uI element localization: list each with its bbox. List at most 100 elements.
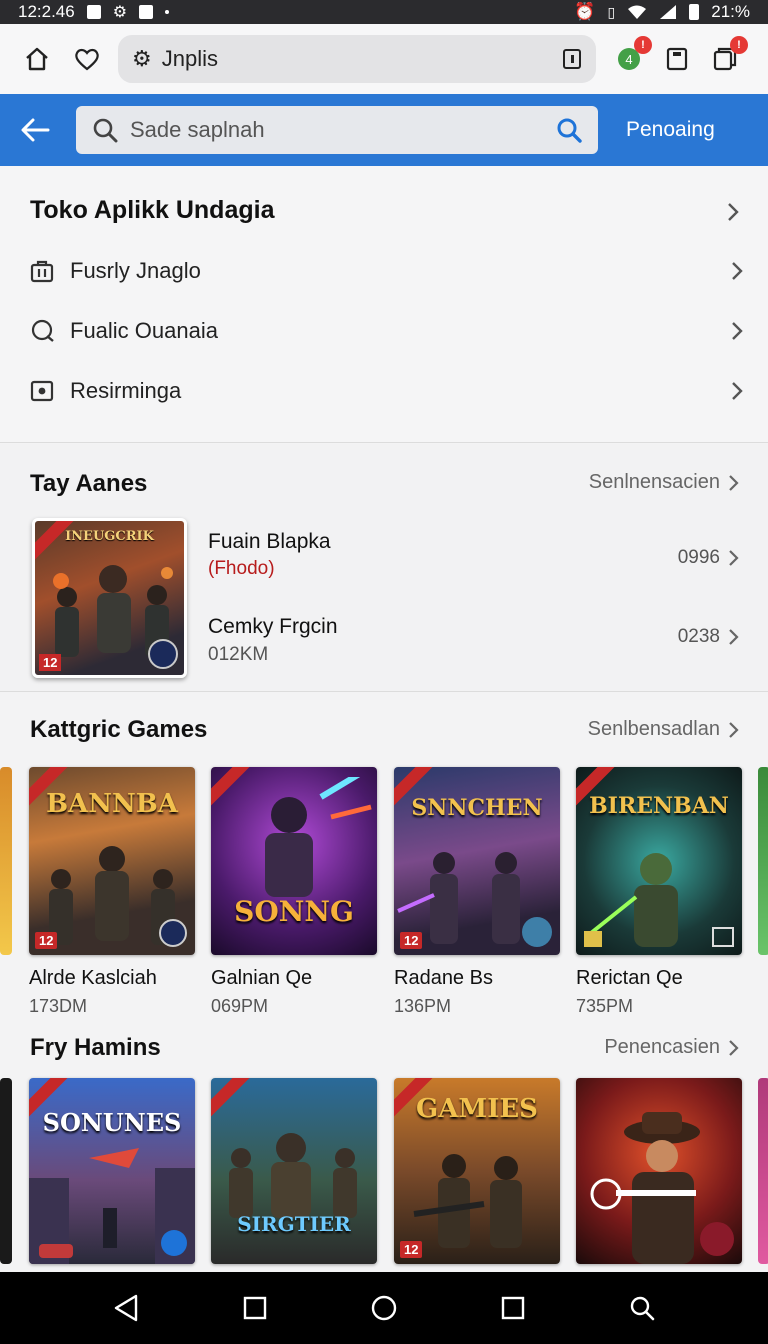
heart-icon <box>75 48 99 71</box>
app-value[interactable]: 0996 <box>678 547 740 569</box>
menu-item-1[interactable]: Fusrly Jnaglo <box>30 251 744 291</box>
game-title: Alrde Kaslciah <box>29 967 157 989</box>
square-nav-icon[interactable] <box>243 1296 267 1320</box>
publisher-badge-icon <box>712 927 734 947</box>
menu-title: Toko Aplikk Undagia <box>30 196 275 224</box>
header-action-button[interactable]: Penoaing <box>626 118 715 142</box>
chevron-right-icon <box>732 382 743 400</box>
game-meta: 173DM <box>29 996 88 1016</box>
alarm-icon: ⏰ <box>574 2 596 21</box>
back-arrow-icon[interactable] <box>20 117 50 143</box>
menu-title-chevron-icon[interactable] <box>726 202 740 222</box>
game-art-title: SNNCHEN <box>411 795 543 821</box>
chevron-right-icon <box>732 262 743 280</box>
game-card[interactable]: SONUNES <box>29 1078 195 1264</box>
site-settings-icon[interactable]: ⚙ <box>132 46 152 72</box>
hero-illustration <box>265 777 372 897</box>
home-nav-icon[interactable] <box>370 1294 398 1322</box>
search-icon <box>93 118 118 143</box>
featured-game-art[interactable]: INEUGCRIK 12 <box>32 518 187 678</box>
store-menu: Toko Aplikk Undagia Fusrly Jnaglo Fualic… <box>0 166 768 443</box>
see-more-link[interactable]: Senlnensacien <box>589 471 740 494</box>
download-icon <box>139 5 154 19</box>
ribbon <box>211 1078 253 1118</box>
home-button[interactable] <box>20 42 54 76</box>
vibrate-icon: ▯ <box>607 3 616 20</box>
favorite-button[interactable] <box>70 42 104 76</box>
chevron-right-icon <box>729 721 739 738</box>
see-more-link[interactable]: Penencasien <box>604 1036 740 1059</box>
tab-icon[interactable] <box>562 48 582 70</box>
chevron-right-icon <box>729 1039 739 1056</box>
game-title: Galnian Qe <box>211 967 313 989</box>
game-art: GAMIES 12 <box>394 1078 560 1264</box>
game-title: Radane Bs <box>394 967 493 989</box>
game-art-title: SIRGTIER <box>237 1212 351 1236</box>
game-meta: 069PM <box>211 996 269 1016</box>
publisher-badge-icon <box>159 919 187 947</box>
game-art: SONNG <box>211 767 377 955</box>
search-nav-icon[interactable] <box>628 1294 656 1322</box>
search-input[interactable]: Sade saplnah <box>76 106 598 154</box>
age-rating-tag: 12 <box>400 1241 423 1258</box>
see-more-label: Senlnensacien <box>588 471 720 493</box>
age-rating-tag: 12 <box>400 932 423 949</box>
section-title: Tay Aanes <box>30 470 148 497</box>
chevron-right-icon <box>729 629 739 645</box>
search-placeholder: Sade saplnah <box>130 117 265 142</box>
menu-item-2[interactable]: Fualic Ouanaia <box>30 311 744 351</box>
game-art: BANNBA 12 <box>29 767 195 955</box>
app-name[interactable]: Cemky Frgcin <box>208 615 338 639</box>
status-bar: 12:2.46 ⚙ ⏰ ▯ 21:% <box>0 0 768 24</box>
age-rating-tag: 12 <box>35 932 58 949</box>
top-apps-section: Tay Aanes Senlnensacien INEUGCRIK 12 Fua… <box>0 444 768 692</box>
game-art: SIRGTIER <box>211 1078 377 1264</box>
share-button[interactable] <box>662 44 692 74</box>
url-bar[interactable]: ⚙ Jnplis <box>118 35 596 83</box>
game-card[interactable]: BIRENBAN Rerictan Qe 735PM <box>576 767 742 1017</box>
signal-icon <box>660 5 677 19</box>
back-nav-icon[interactable] <box>112 1293 140 1323</box>
url-text: Jnplis <box>161 46 218 71</box>
scroll-edge-card <box>0 1078 12 1264</box>
game-card[interactable]: SNNCHEN 12 Radane Bs 136PM <box>394 767 560 1017</box>
publisher-badge-icon <box>148 639 178 669</box>
app-sub: (Fhodo) <box>208 558 275 579</box>
status-time: 12:2.46 <box>18 2 75 21</box>
app-name[interactable]: Fuain Blapka <box>208 530 331 554</box>
store-header: Sade saplnah Penoaing <box>0 94 768 166</box>
menu-item-label: Resirminga <box>70 378 182 403</box>
rating-box-icon <box>584 931 602 947</box>
game-card[interactable]: GAMIES 12 <box>394 1078 560 1264</box>
game-art-title: BANNBA <box>46 789 178 819</box>
game-card[interactable] <box>576 1078 742 1264</box>
age-rating-tag: 12 <box>39 654 62 671</box>
app-value-text: 0238 <box>677 626 720 647</box>
game-card[interactable]: SIRGTIER <box>211 1078 377 1264</box>
extension-button[interactable]: 4 ! <box>614 36 652 74</box>
home-icon <box>26 47 48 71</box>
menu-item-label: Fualic Ouanaia <box>70 318 218 343</box>
game-art-title: GAMIES <box>416 1094 538 1124</box>
app-value[interactable]: 0238 <box>678 626 740 648</box>
wifi-icon <box>628 5 647 19</box>
game-meta: 735PM <box>576 996 634 1016</box>
see-more-link[interactable]: Senlbensadlan <box>588 718 740 741</box>
game-art-title: BIRENBAN <box>589 793 729 819</box>
soldiers-illustration <box>229 1133 357 1218</box>
chat-icon <box>30 319 58 343</box>
see-more-label: Senlbensadlan <box>587 718 720 740</box>
chevron-right-icon <box>732 322 743 340</box>
game-art-title: SONUNES <box>42 1108 182 1137</box>
section-title: Kattgric Games <box>30 716 208 743</box>
menu-item-3[interactable]: Resirminga <box>30 371 744 411</box>
search-submit-icon[interactable] <box>556 117 582 143</box>
camera-icon <box>30 380 58 402</box>
extension-badge: ! <box>634 36 652 54</box>
tabs-button[interactable]: ! <box>710 36 748 74</box>
recents-nav-icon[interactable] <box>501 1296 525 1320</box>
game-card[interactable]: BANNBA 12 Alrde Kaslciah 173DM <box>29 767 195 1017</box>
game-title: Rerictan Qe <box>576 967 683 989</box>
game-card[interactable]: SONNG Galnian Qe 069PM <box>211 767 377 1017</box>
scroll-edge-card <box>758 767 768 955</box>
